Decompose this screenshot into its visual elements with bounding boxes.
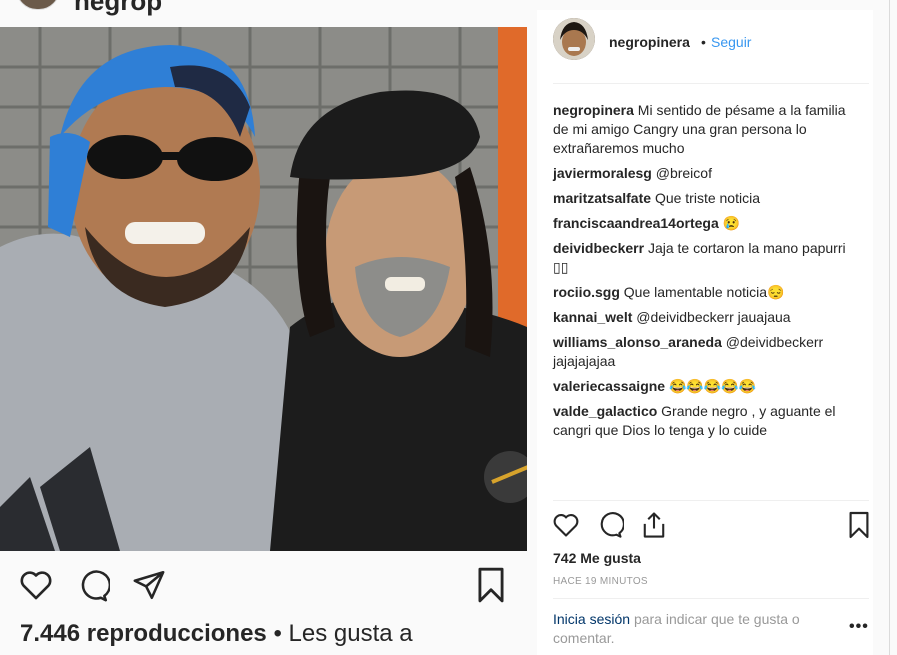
actions-divider — [553, 500, 869, 501]
comment-username[interactable]: rociio.sgg — [553, 284, 620, 300]
comment-item: rociio.sgg Que lamentable noticia😔 — [553, 283, 853, 302]
comment-item: valde_galactico Grande negro , y aguante… — [553, 402, 853, 440]
comment-text: 😢 — [722, 215, 741, 231]
comment-text[interactable]: @breicof — [656, 165, 712, 181]
comment-icon[interactable] — [76, 569, 110, 603]
post-side-panel: negropinera • Seguir negropinera Mi sent… — [537, 10, 873, 655]
comment-username[interactable]: williams_alonso_araneda — [553, 334, 722, 350]
comment-item: javiermoralesg @breicof — [553, 164, 853, 183]
login-divider — [553, 598, 869, 599]
comment-item: valeriecassaigne 😂😂😂😂😂 — [553, 377, 853, 396]
comment-item: maritzatsalfate Que triste noticia — [553, 189, 853, 208]
likes-count[interactable]: 742 Me gusta — [553, 550, 641, 566]
comment-text: @deividbeckerr jauajaua — [636, 309, 791, 325]
video-player[interactable] — [0, 27, 527, 551]
likes-by-text: • Les gusta a — [266, 620, 413, 647]
bookmark-icon[interactable] — [847, 510, 871, 540]
comment-item: franciscaandrea14ortega 😢 — [553, 214, 853, 233]
author-avatar[interactable] — [553, 18, 595, 60]
bookmark-icon[interactable] — [474, 566, 508, 604]
comment-username[interactable]: javiermoralesg — [553, 165, 652, 181]
comment-item: kannai_welt @deividbeckerr jauajaua — [553, 308, 853, 327]
login-prompt: Inicia sesión para indicar que te gusta … — [553, 610, 833, 648]
caption-username[interactable]: negropinera — [553, 102, 634, 118]
post-timestamp[interactable]: HACE 19 MINUTOS — [553, 576, 648, 587]
header-username[interactable]: negrop — [74, 0, 162, 17]
separator-dot: • — [701, 34, 706, 50]
comment-username[interactable]: deividbeckerr — [553, 240, 644, 256]
views-line: 7.446 reproducciones • Les gusta a — [20, 620, 413, 648]
comment-item: deividbeckerr Jaja te cortaron la mano p… — [553, 239, 853, 277]
comment-text: Que lamentable noticia😔 — [623, 284, 785, 300]
comment-text: 😂😂😂😂😂 — [668, 378, 757, 394]
window-edge — [889, 0, 890, 655]
login-link[interactable]: Inicia sesión — [553, 611, 630, 627]
follow-button[interactable]: Seguir — [711, 34, 751, 50]
author-username[interactable]: negropinera — [609, 34, 690, 50]
video-frame-image — [0, 27, 527, 551]
more-options-icon[interactable]: ••• — [849, 618, 869, 636]
heart-icon[interactable] — [18, 569, 54, 601]
views-count: 7.446 reproducciones — [20, 620, 267, 647]
comments-list: negropinera Mi sentido de pésame a la fa… — [553, 101, 853, 446]
comment-item: williams_alonso_araneda @deividbeckerr j… — [553, 333, 853, 371]
header-avatar[interactable] — [16, 0, 60, 10]
upload-share-icon[interactable] — [640, 510, 668, 540]
comment-username[interactable]: kannai_welt — [553, 309, 632, 325]
caption: negropinera Mi sentido de pésame a la fa… — [553, 101, 853, 158]
comment-username[interactable]: maritzatsalfate — [553, 190, 651, 206]
comment-username[interactable]: franciscaandrea14ortega — [553, 215, 719, 231]
comment-text: Que triste noticia — [654, 190, 760, 206]
comment-icon[interactable] — [596, 511, 624, 539]
heart-icon[interactable] — [552, 512, 580, 538]
left-action-bar — [0, 560, 527, 610]
header-divider — [553, 83, 869, 84]
share-icon[interactable] — [132, 568, 166, 602]
comment-username[interactable]: valeriecassaigne — [553, 378, 665, 394]
comment-username[interactable]: valde_galactico — [553, 403, 657, 419]
